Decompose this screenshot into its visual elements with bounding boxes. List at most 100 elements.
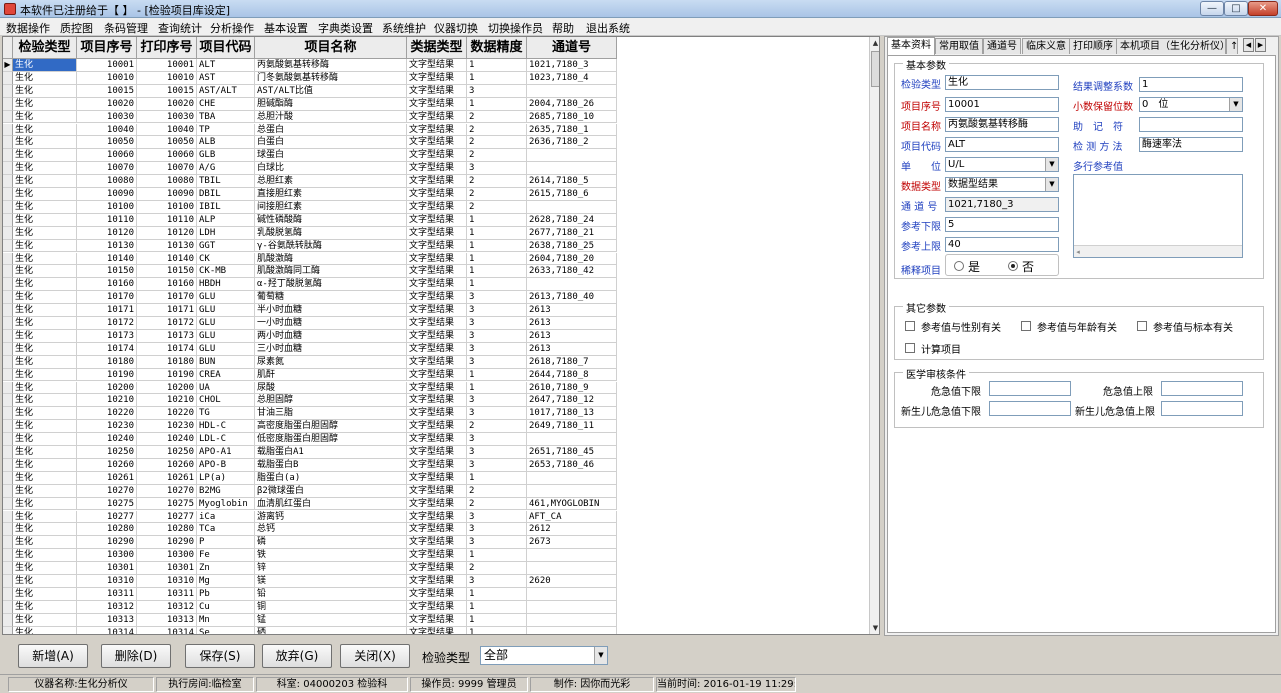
cell-item-code[interactable]: HBDH [197, 278, 255, 292]
table-row[interactable]: 生化 10312 10312 Cu 铜文字型结果 1 [3, 600, 617, 614]
cell-test-type[interactable]: 生化 [13, 471, 77, 485]
cell-item-name[interactable]: 硒 [255, 626, 407, 634]
cell-test-type[interactable]: 生化 [13, 433, 77, 446]
row-marker[interactable] [3, 497, 13, 511]
cell-data-type[interactable]: 文字型结果 [407, 355, 467, 369]
cell-test-type[interactable]: 生化 [13, 110, 77, 124]
cell-item-code[interactable]: IBIL [197, 200, 255, 214]
cell-precision[interactable]: 1 [467, 613, 527, 627]
cell-channel[interactable] [527, 278, 617, 292]
cell-item-seq[interactable]: 10050 [77, 136, 137, 150]
cell-test-type[interactable]: 生化 [13, 536, 77, 550]
cell-print-seq[interactable]: 10010 [137, 71, 197, 85]
cell-precision[interactable]: 2 [467, 497, 527, 511]
cell-item-code[interactable]: Mg [197, 575, 255, 588]
cell-item-code[interactable]: UA [197, 381, 255, 395]
cell-channel[interactable]: 2604,7180_20 [527, 252, 617, 266]
row-marker[interactable] [3, 84, 13, 98]
cell-precision[interactable]: 2 [467, 562, 527, 575]
cell-data-type[interactable]: 文字型结果 [407, 523, 467, 537]
row-marker[interactable] [3, 304, 13, 317]
cell-print-seq[interactable]: 10310 [137, 575, 197, 588]
cell-item-seq[interactable]: 10220 [77, 407, 137, 421]
cell-item-name[interactable]: α-羟丁酸脱氢酶 [255, 278, 407, 292]
cell-channel[interactable]: 2614,7180_5 [527, 175, 617, 188]
cell-test-type[interactable]: 生化 [13, 149, 77, 163]
cell-item-name[interactable]: 肌酐 [255, 368, 407, 382]
cell-print-seq[interactable]: 10277 [137, 510, 197, 524]
cell-item-name[interactable]: 尿素氮 [255, 355, 407, 369]
cell-channel[interactable] [527, 613, 617, 627]
cell-precision[interactable]: 3 [467, 329, 527, 343]
cell-item-seq[interactable]: 10314 [77, 626, 137, 634]
row-marker[interactable] [3, 342, 13, 356]
cell-channel[interactable]: 2644,7180_8 [527, 368, 617, 382]
cell-test-type[interactable]: 生化 [13, 226, 77, 240]
cell-channel[interactable] [527, 433, 617, 446]
row-marker[interactable] [3, 471, 13, 485]
cell-precision[interactable]: 3 [467, 536, 527, 550]
neo-crit-low-field[interactable] [989, 401, 1071, 416]
cell-item-name[interactable]: 白球比 [255, 162, 407, 176]
row-marker[interactable] [3, 446, 13, 459]
row-marker[interactable] [3, 626, 13, 634]
cell-data-type[interactable]: 文字型结果 [407, 587, 467, 601]
cell-test-type[interactable]: 生化 [13, 200, 77, 214]
cell-item-name[interactable]: 载脂蛋白B [255, 458, 407, 472]
cell-test-type[interactable]: 生化 [13, 587, 77, 601]
tab-print-order[interactable]: 打印顺序 [1069, 38, 1117, 54]
cell-item-seq[interactable]: 10130 [77, 239, 137, 253]
cell-print-seq[interactable]: 10220 [137, 407, 197, 421]
tab-channel[interactable]: 通道号 [983, 38, 1021, 54]
cell-print-seq[interactable]: 10160 [137, 278, 197, 292]
cell-item-name[interactable]: 镁 [255, 575, 407, 588]
cell-item-code[interactable]: DBIL [197, 188, 255, 201]
row-marker[interactable] [3, 265, 13, 279]
cell-item-seq[interactable]: 10174 [77, 342, 137, 356]
table-row[interactable]: 生化 10080 10080 TBIL 总胆红素 文字型结果 2 2614,7180_5 [3, 175, 617, 188]
row-marker[interactable] [3, 368, 13, 382]
cell-test-type[interactable]: 生化 [13, 317, 77, 330]
cell-test-type[interactable]: 生化 [13, 213, 77, 227]
table-row[interactable]: 生化 10173 10173 GLU 两小时血糖 文字型结果 3 2613 [3, 329, 617, 343]
cell-item-code[interactable]: TBIL [197, 175, 255, 188]
cell-print-seq[interactable]: 10170 [137, 291, 197, 305]
table-row[interactable]: 生化 10060 10060 GLB 球蛋白 文字型结果 2 [3, 149, 617, 163]
cell-item-name[interactable]: 锰 [255, 613, 407, 627]
cell-data-type[interactable]: 文字型结果 [407, 213, 467, 227]
cell-channel[interactable]: 2004,7180_26 [527, 97, 617, 111]
row-marker[interactable] [3, 71, 13, 85]
cell-item-seq[interactable]: 10280 [77, 523, 137, 537]
row-marker[interactable] [3, 407, 13, 421]
cell-print-seq[interactable]: 10311 [137, 587, 197, 601]
cell-item-code[interactable]: GLU [197, 342, 255, 356]
cell-print-seq[interactable]: 10001 [137, 59, 197, 72]
row-marker[interactable] [3, 549, 13, 563]
cell-data-type[interactable]: 文字型结果 [407, 368, 467, 382]
cell-print-seq[interactable]: 10150 [137, 265, 197, 279]
cell-item-seq[interactable]: 10160 [77, 278, 137, 292]
cell-item-seq[interactable]: 10060 [77, 149, 137, 163]
cell-item-name[interactable]: 铜 [255, 600, 407, 614]
cell-channel[interactable]: 2638,7180_25 [527, 239, 617, 253]
cell-channel[interactable] [527, 484, 617, 498]
cell-channel[interactable]: 2635,7180_1 [527, 123, 617, 137]
cell-channel[interactable] [527, 562, 617, 575]
cell-precision[interactable]: 3 [467, 523, 527, 537]
cell-test-type[interactable]: 生化 [13, 381, 77, 395]
row-marker[interactable] [3, 575, 13, 588]
cell-data-type[interactable]: 文字型结果 [407, 458, 467, 472]
cell-item-name[interactable]: 总钙 [255, 523, 407, 537]
cell-test-type[interactable]: 生化 [13, 497, 77, 511]
cell-data-type[interactable]: 文字型结果 [407, 188, 467, 201]
row-marker[interactable] [3, 136, 13, 150]
close-window-button[interactable]: ✕ [1248, 1, 1278, 16]
cell-data-type[interactable]: 文字型结果 [407, 304, 467, 317]
cell-precision[interactable]: 1 [467, 265, 527, 279]
table-row[interactable]: 生化 10300 10300 Fe 铁文字型结果 1 [3, 549, 617, 563]
menu-query-stats[interactable]: 查询统计 [158, 20, 202, 36]
row-marker[interactable] [3, 175, 13, 188]
cell-print-seq[interactable]: 10090 [137, 188, 197, 201]
cell-data-type[interactable]: 文字型结果 [407, 381, 467, 395]
cell-item-name[interactable]: γ-谷氨酰转肽酶 [255, 239, 407, 253]
